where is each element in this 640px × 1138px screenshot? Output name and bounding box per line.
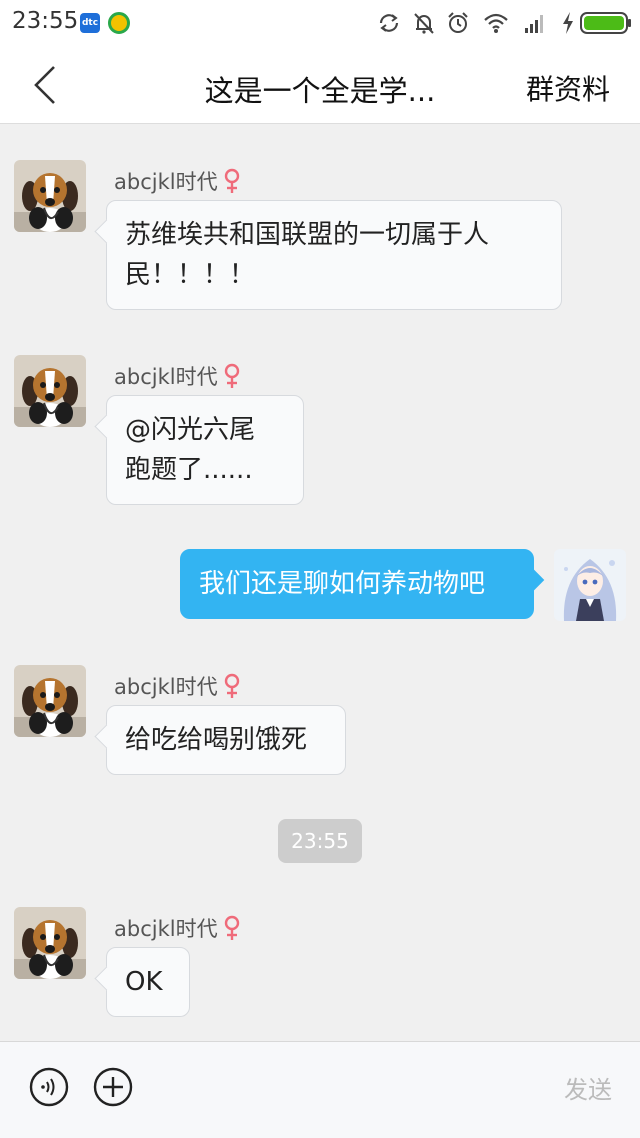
message-text: 给吃给喝别饿死 (125, 725, 308, 755)
charging-icon (563, 12, 573, 34)
signal-icon (525, 15, 543, 33)
status-time: 23:55 (12, 8, 79, 34)
message-text-line: @闪光六尾 (125, 415, 256, 445)
send-button[interactable]: 发送 (564, 1070, 612, 1105)
wifi-icon (484, 13, 508, 33)
battery-icon (580, 12, 631, 34)
app-notification-icon-2 (108, 12, 130, 34)
message-bubble[interactable]: 苏维埃共和国联盟的一切属于人 民！！！！ (106, 200, 562, 310)
sender-line: abcjkl时代 (114, 913, 242, 943)
alarm-icon (448, 12, 468, 33)
sender-name: abcjkl时代 (114, 365, 218, 389)
mute-bell-icon (414, 13, 434, 34)
message-text: 我们还是聊如何养动物吧 (199, 569, 486, 599)
sender-line: abcjkl时代 (114, 671, 242, 701)
message-text-line: 苏维埃共和国联盟的一切属于人 (125, 220, 490, 250)
group-info-button[interactable]: 群资料 (526, 68, 610, 108)
title-bar: 这是一个全是学... 群资料 (0, 46, 640, 124)
chevron-left-icon (34, 66, 55, 104)
message-text-line: 民！！！！ (125, 260, 256, 290)
avatar[interactable] (554, 549, 626, 621)
sender-name: abcjkl时代 (114, 675, 218, 699)
avatar[interactable] (14, 665, 86, 737)
avatar[interactable] (14, 160, 86, 232)
sender-name: abcjkl时代 (114, 917, 218, 941)
female-gender-icon (222, 363, 242, 389)
back-button[interactable] (28, 64, 64, 106)
avatar[interactable] (14, 355, 86, 427)
message-bubble[interactable]: 给吃给喝别饿死 (106, 705, 346, 775)
sender-name: abcjkl时代 (114, 170, 218, 194)
female-gender-icon (222, 915, 242, 941)
input-bar: 发送 (0, 1041, 640, 1138)
status-bar: 23:55 dtc (0, 0, 640, 46)
timestamp-divider: 23:55 (278, 819, 362, 863)
message-text: OK (125, 967, 163, 997)
message-bubble[interactable]: 我们还是聊如何养动物吧 (180, 549, 534, 619)
sender-line: abcjkl时代 (114, 361, 242, 391)
sender-line: abcjkl时代 (114, 166, 242, 196)
chat-title: 这是一个全是学... (204, 74, 436, 108)
message-bubble[interactable]: OK (106, 947, 190, 1017)
message-text-line: 跑题了...... (125, 455, 253, 485)
female-gender-icon (222, 168, 242, 194)
avatar[interactable] (14, 907, 86, 979)
app-notification-icon: dtc (80, 13, 100, 33)
message-bubble[interactable]: @闪光六尾 跑题了...... (106, 395, 304, 505)
voice-input-button[interactable] (28, 1066, 70, 1108)
sync-icon (379, 14, 399, 32)
female-gender-icon (222, 673, 242, 699)
add-attachment-button[interactable] (92, 1066, 134, 1108)
